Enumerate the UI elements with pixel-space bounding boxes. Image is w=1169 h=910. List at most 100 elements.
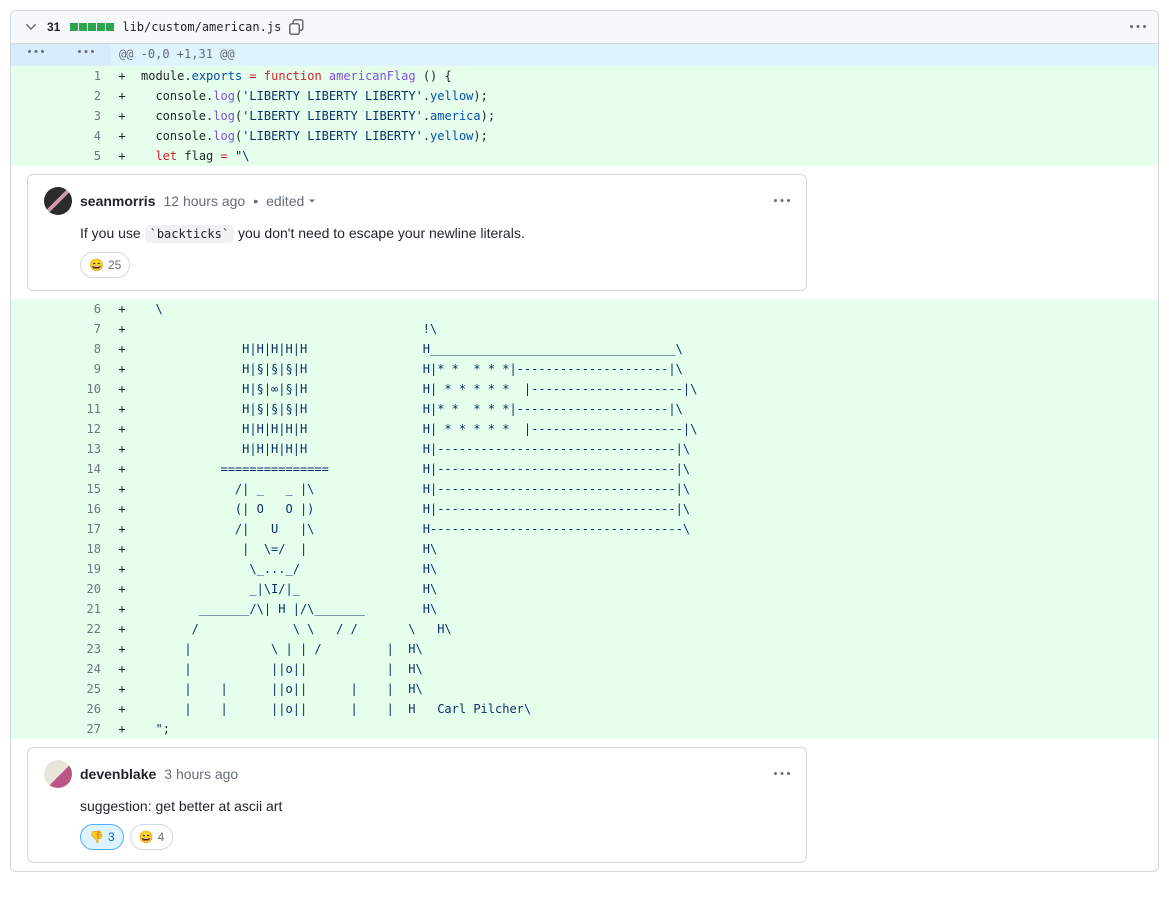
code-content[interactable]: | | ||o|| | | H\ bbox=[133, 679, 1158, 699]
chevron-down-icon[interactable] bbox=[23, 19, 39, 35]
code-content[interactable]: /| _ _ |\ H|----------------------------… bbox=[133, 479, 1158, 499]
old-line-number[interactable] bbox=[11, 459, 61, 479]
old-line-number[interactable] bbox=[11, 519, 61, 539]
old-line-number[interactable] bbox=[11, 719, 61, 739]
reaction-laugh[interactable]: 😄25 bbox=[80, 252, 130, 278]
new-line-number[interactable]: 25 bbox=[61, 679, 111, 699]
comment-author[interactable]: devenblake bbox=[80, 764, 156, 784]
comment-timestamp[interactable]: 3 hours ago bbox=[164, 764, 238, 784]
new-line-number[interactable]: 27 bbox=[61, 719, 111, 739]
code-content[interactable]: console.log('LIBERTY LIBERTY LIBERTY'.ye… bbox=[133, 126, 1158, 146]
old-line-number[interactable] bbox=[11, 359, 61, 379]
code-content[interactable]: _|\I/|_ H\ bbox=[133, 579, 1158, 599]
old-line-number[interactable] bbox=[11, 319, 61, 339]
new-line-number[interactable]: 23 bbox=[61, 639, 111, 659]
edited-indicator[interactable]: edited bbox=[266, 191, 318, 211]
old-line-number[interactable] bbox=[11, 339, 61, 359]
new-line-number[interactable]: 13 bbox=[61, 439, 111, 459]
code-content[interactable]: / \ \ / / \ H\ bbox=[133, 619, 1158, 639]
old-line-number[interactable] bbox=[11, 579, 61, 599]
new-line-number[interactable]: 1 bbox=[61, 66, 111, 86]
file-path[interactable]: lib/custom/american.js bbox=[122, 20, 281, 34]
comment-author[interactable]: seanmorris bbox=[80, 191, 155, 211]
code-content[interactable]: =============== H|----------------------… bbox=[133, 459, 1158, 479]
old-line-number[interactable] bbox=[11, 379, 61, 399]
new-line-number[interactable]: 2 bbox=[61, 86, 111, 106]
code-content[interactable]: \_..._/ H\ bbox=[133, 559, 1158, 579]
code-content[interactable]: H|H|H|H|H H| * * * * * |----------------… bbox=[133, 419, 1158, 439]
new-line-number[interactable]: 15 bbox=[61, 479, 111, 499]
old-line-number[interactable] bbox=[11, 699, 61, 719]
new-line-number[interactable]: 12 bbox=[61, 419, 111, 439]
code-content[interactable]: H|§|∞|§|H H| * * * * * |----------------… bbox=[133, 379, 1158, 399]
code-content[interactable]: H|§|§|§|H H|* * * * *|------------------… bbox=[133, 359, 1158, 379]
code-content[interactable]: (| O O |) H|----------------------------… bbox=[133, 499, 1158, 519]
old-line-number[interactable] bbox=[11, 419, 61, 439]
avatar[interactable] bbox=[44, 187, 72, 215]
old-line-number[interactable] bbox=[11, 86, 61, 106]
comment-timestamp[interactable]: 12 hours ago bbox=[163, 191, 245, 211]
old-line-number[interactable] bbox=[11, 599, 61, 619]
new-line-number[interactable]: 4 bbox=[61, 126, 111, 146]
new-line-number[interactable]: 16 bbox=[61, 499, 111, 519]
new-line-number[interactable]: 11 bbox=[61, 399, 111, 419]
new-line-number[interactable]: 3 bbox=[61, 106, 111, 126]
code-content[interactable]: _______/\| H |/\_______ H\ bbox=[133, 599, 1158, 619]
old-line-number[interactable] bbox=[11, 499, 61, 519]
new-line-number[interactable]: 20 bbox=[61, 579, 111, 599]
code-content[interactable]: !\ bbox=[133, 319, 1158, 339]
old-line-number[interactable] bbox=[11, 619, 61, 639]
new-line-number[interactable]: 19 bbox=[61, 559, 111, 579]
kebab-icon[interactable] bbox=[1130, 19, 1146, 35]
new-line-number[interactable]: 17 bbox=[61, 519, 111, 539]
new-line-number[interactable]: 24 bbox=[61, 659, 111, 679]
old-line-number[interactable] bbox=[11, 399, 61, 419]
code-content[interactable]: H|H|H|H|H H|----------------------------… bbox=[133, 439, 1158, 459]
reaction-thumbsdown[interactable]: 👎3 bbox=[80, 824, 124, 850]
old-line-number[interactable] bbox=[11, 439, 61, 459]
new-line-number[interactable]: 14 bbox=[61, 459, 111, 479]
old-line-number[interactable] bbox=[11, 479, 61, 499]
old-line-number[interactable] bbox=[11, 639, 61, 659]
code-content[interactable]: | | ||o|| | | H Carl Pilcher\ bbox=[133, 699, 1158, 719]
reaction-laugh[interactable]: 😄4 bbox=[130, 824, 174, 850]
addition-marker: + bbox=[111, 539, 133, 559]
old-line-number[interactable] bbox=[11, 146, 61, 166]
avatar[interactable] bbox=[44, 760, 72, 788]
old-line-number[interactable] bbox=[11, 126, 61, 146]
old-line-number[interactable] bbox=[11, 559, 61, 579]
code-content[interactable]: | \ | | / | H\ bbox=[133, 639, 1158, 659]
code-content[interactable]: | ||o|| | H\ bbox=[133, 659, 1158, 679]
code-content[interactable]: console.log('LIBERTY LIBERTY LIBERTY'.ye… bbox=[133, 86, 1158, 106]
new-line-number[interactable]: 8 bbox=[61, 339, 111, 359]
new-line-number[interactable]: 21 bbox=[61, 599, 111, 619]
old-line-number[interactable] bbox=[11, 539, 61, 559]
code-content[interactable]: "; bbox=[133, 719, 1158, 739]
new-line-number[interactable]: 26 bbox=[61, 699, 111, 719]
code-content[interactable]: console.log('LIBERTY LIBERTY LIBERTY'.am… bbox=[133, 106, 1158, 126]
new-line-number[interactable]: 7 bbox=[61, 319, 111, 339]
code-content[interactable]: /| U |\ H-------------------------------… bbox=[133, 519, 1158, 539]
old-line-number[interactable] bbox=[11, 299, 61, 319]
code-content[interactable]: \ bbox=[133, 299, 1158, 319]
expand-up-icon[interactable] bbox=[11, 44, 61, 66]
new-line-number[interactable]: 6 bbox=[61, 299, 111, 319]
code-content[interactable]: let flag = "\ bbox=[133, 146, 1158, 166]
code-content[interactable]: H|H|H|H|H H_____________________________… bbox=[133, 339, 1158, 359]
expand-down-icon[interactable] bbox=[61, 44, 111, 66]
new-line-number[interactable]: 18 bbox=[61, 539, 111, 559]
new-line-number[interactable]: 10 bbox=[61, 379, 111, 399]
old-line-number[interactable] bbox=[11, 659, 61, 679]
old-line-number[interactable] bbox=[11, 679, 61, 699]
code-content[interactable]: H|§|§|§|H H|* * * * *|------------------… bbox=[133, 399, 1158, 419]
new-line-number[interactable]: 22 bbox=[61, 619, 111, 639]
code-content[interactable]: module.exports = function americanFlag (… bbox=[133, 66, 1158, 86]
code-content[interactable]: | \=/ | H\ bbox=[133, 539, 1158, 559]
new-line-number[interactable]: 9 bbox=[61, 359, 111, 379]
kebab-icon[interactable] bbox=[774, 766, 790, 782]
old-line-number[interactable] bbox=[11, 66, 61, 86]
copy-icon[interactable] bbox=[289, 19, 305, 35]
kebab-icon[interactable] bbox=[774, 193, 790, 209]
new-line-number[interactable]: 5 bbox=[61, 146, 111, 166]
old-line-number[interactable] bbox=[11, 106, 61, 126]
